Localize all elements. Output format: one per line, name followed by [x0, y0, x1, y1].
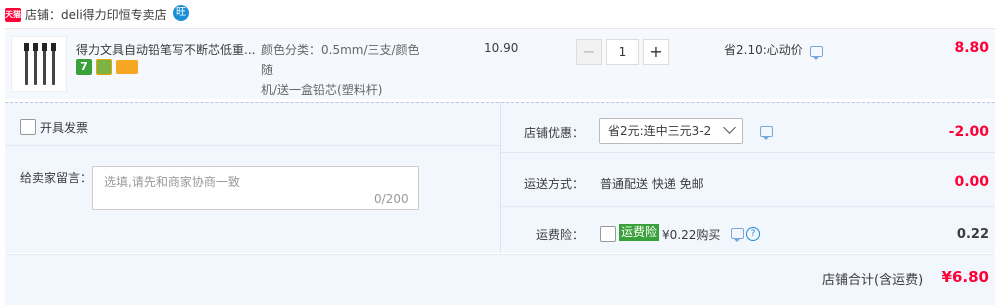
sku-line: 颜色分类：0.5mm/三支/颜色随 [261, 43, 420, 77]
row-divider [501, 152, 995, 153]
chevron-down-icon [723, 121, 736, 134]
insurance-label: 运费险： [536, 228, 585, 242]
promo-chat-icon[interactable] [810, 46, 823, 60]
shipping-method: 普通配送 快递 免邮 [600, 177, 704, 191]
tmall-badge: 天猫 [5, 8, 21, 22]
insurance-amount: 0.22 [956, 227, 989, 242]
insurance-badge: 运费险 [619, 224, 660, 241]
unit-price: 10.90 [484, 41, 519, 55]
insurance-chat-icon[interactable] [731, 228, 744, 242]
row-divider [501, 206, 995, 207]
shop-coupon-selected: 省2元:连中三元3-2 [608, 124, 712, 138]
product-thumbnail[interactable] [11, 36, 67, 92]
cart-item-row [5, 28, 995, 99]
shop-name[interactable]: 店铺：deli得力印恒专卖店 [25, 6, 167, 23]
help-icon[interactable]: ? [746, 227, 760, 241]
message-placeholder: 选填,请先和商家协商一致 [104, 175, 240, 189]
quantity-input[interactable]: 1 [606, 39, 639, 65]
shop-coupon-select[interactable]: 省2元:连中三元3-2 [599, 118, 743, 144]
quantity-increase-button[interactable]: + [643, 39, 669, 65]
shop-total-label: 店铺合计(含运费) [822, 273, 924, 288]
shop-coupon-amount: -2.00 [948, 124, 989, 140]
shipping-label: 运送方式： [524, 177, 585, 191]
item-subtotal: 8.80 [954, 40, 989, 56]
coupon-chat-icon[interactable] [760, 126, 773, 140]
pencil-image-part [42, 43, 47, 85]
wangwang-chat-icon[interactable]: 旺 [173, 5, 189, 21]
message-char-count: 0/200 [374, 192, 409, 206]
shop-total-amount: ¥6.80 [941, 268, 989, 286]
shield-guarantee-icon[interactable] [96, 59, 112, 75]
panel-divider [500, 102, 501, 252]
pencil-image-part [24, 43, 29, 85]
invoice-label[interactable]: 开具发票 [40, 119, 88, 136]
promotion-text: 省2.10:心动价 [724, 43, 803, 57]
invoice-checkbox[interactable] [20, 119, 36, 135]
product-title-link[interactable]: 得力文具自动铅笔写不断芯低重... [76, 41, 255, 58]
row-divider [5, 145, 500, 146]
pencil-image-part [33, 43, 38, 85]
sku-attributes: 颜色分类：0.5mm/三支/颜色随 机/送一盒铅芯(塑料杆) [261, 40, 421, 100]
shop-coupon-label: 店铺优惠： [524, 126, 585, 140]
insurance-price: ¥0.22购买 [662, 228, 721, 242]
seven-day-return-icon[interactable]: 7 [76, 59, 92, 75]
sku-line: 机/送一盒铅芯(塑料杆) [261, 83, 383, 97]
insurance-checkbox[interactable] [600, 226, 616, 242]
shipping-amount: 0.00 [954, 174, 989, 190]
credit-card-icon[interactable] [116, 60, 138, 74]
message-label: 给卖家留言： [20, 171, 93, 185]
pencil-image-part [51, 43, 56, 85]
quantity-decrease-button[interactable]: − [576, 39, 602, 65]
